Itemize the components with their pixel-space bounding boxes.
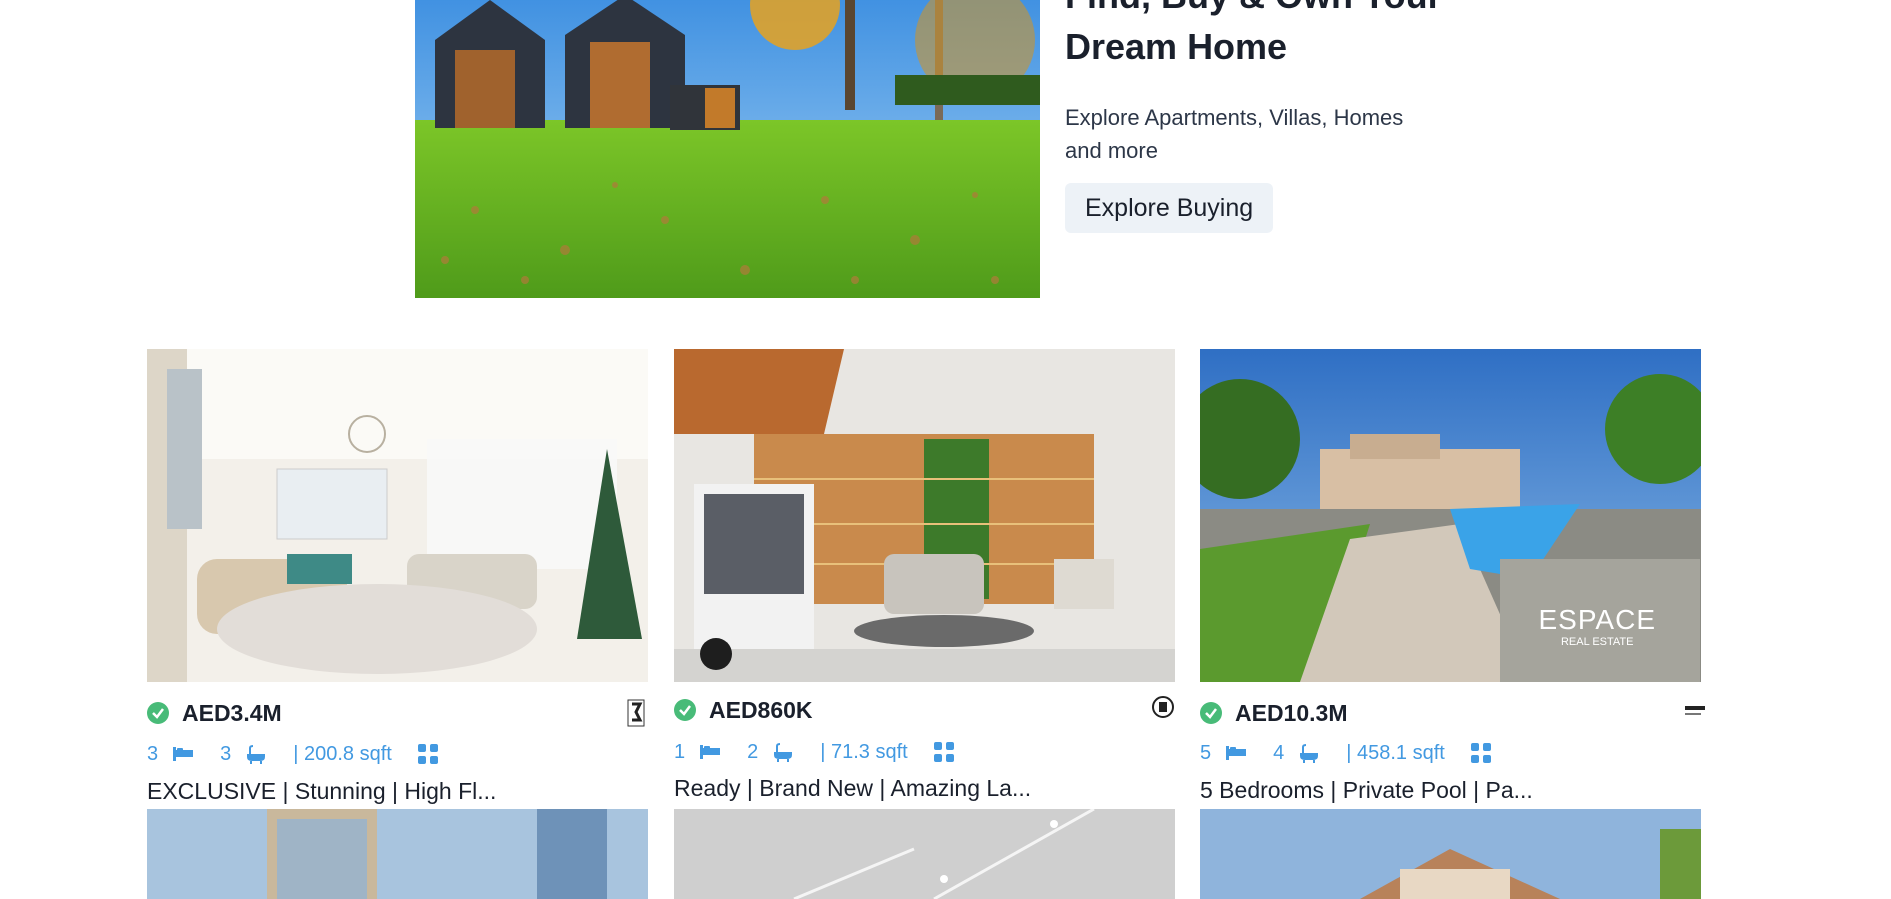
beds-count: 5 xyxy=(1200,741,1212,764)
listing-meta: 3 3 | 200.8 sqft xyxy=(147,739,438,769)
listing-title[interactable]: EXCLUSIVE | Stunning | High Fl... xyxy=(147,778,667,805)
hero-subtitle: Explore Apartments, Villas, Homes and mo… xyxy=(1065,105,1404,163)
listing-meta: 1 2 | 71.3 sqft xyxy=(674,737,954,767)
grid-icon[interactable] xyxy=(1470,743,1491,763)
area-text: | 71.3 sqft xyxy=(820,740,908,763)
listing-price: AED860K xyxy=(709,696,813,723)
grid-icon[interactable] xyxy=(933,742,954,762)
listing-image[interactable] xyxy=(147,809,648,899)
listing-image[interactable] xyxy=(674,349,1175,682)
bed-icon xyxy=(172,746,194,762)
price-row: AED3.4M xyxy=(147,698,648,728)
listing-image[interactable] xyxy=(1200,809,1701,899)
baths-count: 3 xyxy=(220,742,232,765)
hero-image xyxy=(415,0,1040,298)
hero-title: Find, Buy & Own Your Dream Home xyxy=(1065,0,1442,67)
beds-count: 3 xyxy=(147,742,159,765)
listing-price: AED3.4M xyxy=(182,699,282,726)
agency-logo-icon xyxy=(624,696,648,730)
listing-meta: 5 4 | 458.1 sqft xyxy=(1200,738,1491,768)
listing-image[interactable] xyxy=(674,809,1175,899)
bed-icon xyxy=(1225,745,1247,761)
area-text: | 458.1 sqft xyxy=(1346,741,1445,764)
listing-title[interactable]: Ready | Brand New | Amazing La... xyxy=(674,775,1194,802)
baths-count: 4 xyxy=(1273,741,1285,764)
grid-icon[interactable] xyxy=(417,744,438,764)
agency-logo-icon xyxy=(1151,693,1175,727)
check-circle-icon xyxy=(147,702,169,724)
bath-icon xyxy=(1298,743,1320,763)
bath-icon xyxy=(772,742,794,762)
listing-title[interactable]: 5 Bedrooms | Private Pool | Pa... xyxy=(1200,777,1720,804)
explore-buying-button[interactable]: Explore Buying xyxy=(1065,183,1274,233)
listing-price: AED10.3M xyxy=(1235,699,1348,726)
listing-image[interactable]: ESPACE REAL ESTATE xyxy=(1200,349,1701,682)
listing-image[interactable] xyxy=(147,349,648,682)
agency-logo-icon xyxy=(1683,696,1707,730)
price-row: AED10.3M xyxy=(1200,698,1705,728)
check-circle-icon xyxy=(1200,702,1222,724)
bed-icon xyxy=(699,744,721,760)
price-row: AED860K xyxy=(674,695,1175,725)
beds-count: 1 xyxy=(674,740,686,763)
check-circle-icon xyxy=(674,699,696,721)
baths-count: 2 xyxy=(747,740,759,763)
area-text: | 200.8 sqft xyxy=(293,742,392,765)
bath-icon xyxy=(245,744,267,764)
watermark-logo: ESPACE REAL ESTATE xyxy=(1538,604,1656,648)
